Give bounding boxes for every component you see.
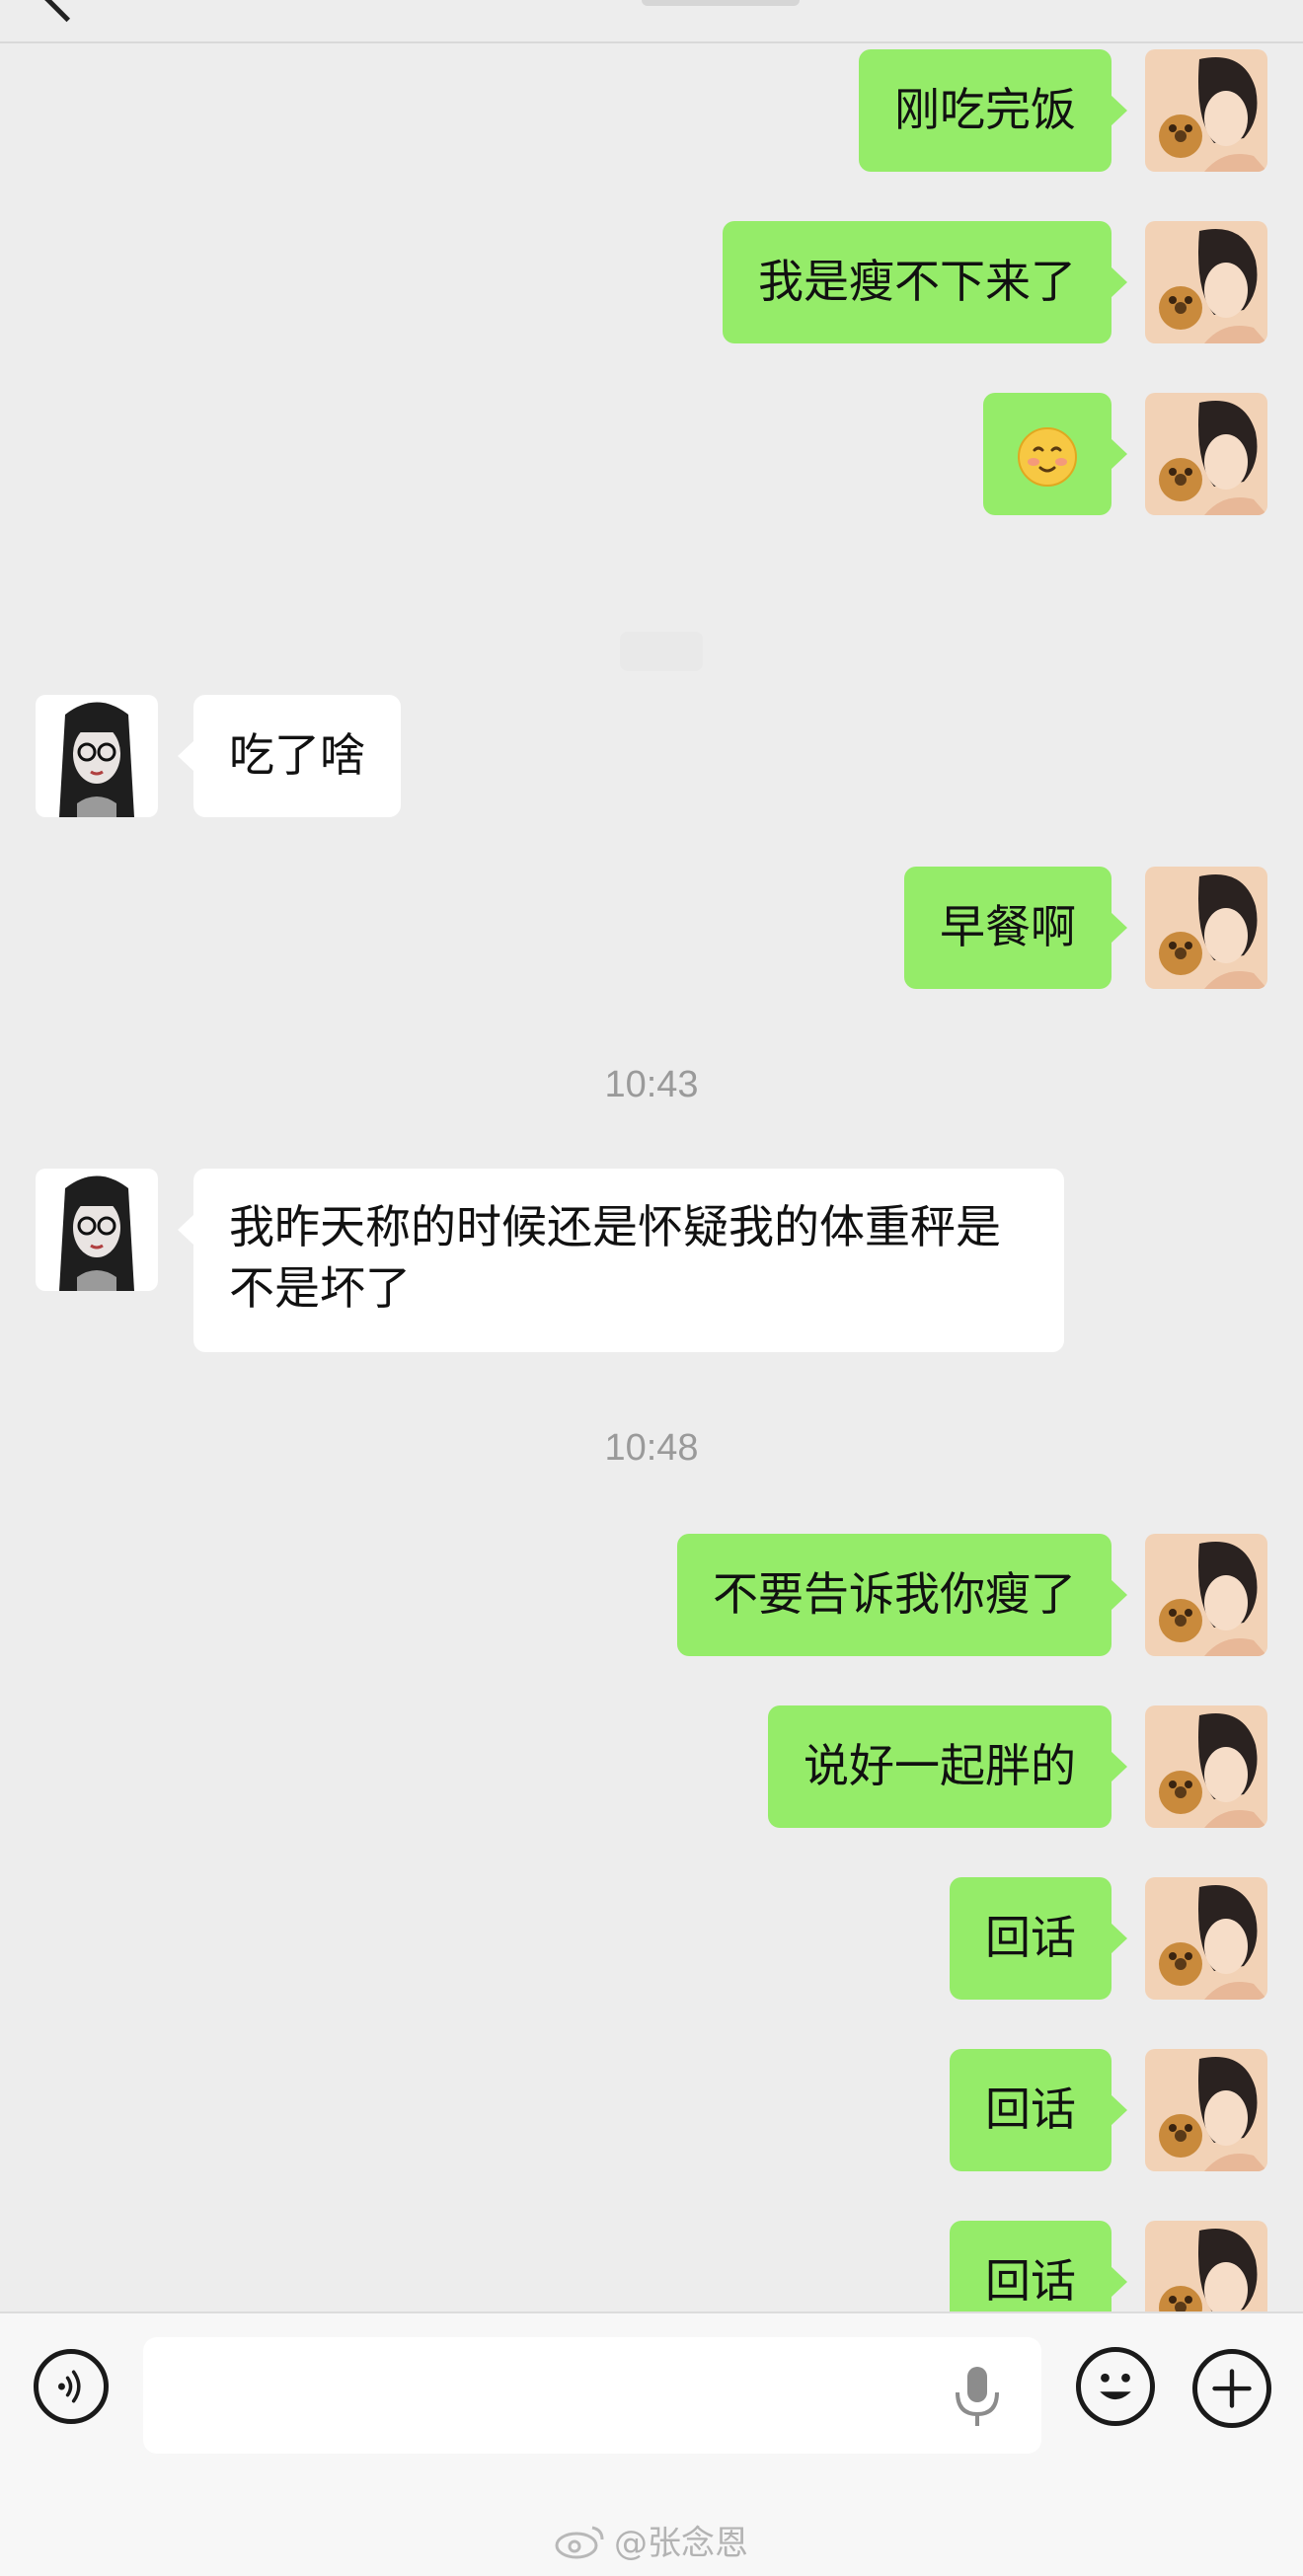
message-timestamp: 10:43: [604, 1064, 699, 1105]
avatar-image-self: [1145, 49, 1267, 172]
avatar-image-self: [1145, 867, 1267, 989]
weibo-icon: [555, 2526, 604, 2559]
message-bubble[interactable]: 不要告诉我你瘦了: [677, 1534, 1127, 1656]
my-avatar[interactable]: [1145, 49, 1267, 172]
smiling-face-emoji: [1018, 426, 1077, 487]
microphone-icon[interactable]: [948, 2363, 1007, 2430]
contact-avatar[interactable]: [36, 695, 158, 817]
my-avatar[interactable]: [1145, 1705, 1267, 1828]
message-list[interactable]: 刚吃完饭 我是瘦不下来了 吃了啥 早餐啊 10:43 我昨天称的时候还是怀疑我的…: [0, 41, 1303, 2311]
message-bubble[interactable]: 我是瘦不下来了: [723, 221, 1127, 343]
message-bubble[interactable]: 回话: [950, 2049, 1127, 2171]
message-timestamp: 10:48: [604, 1427, 699, 1469]
my-avatar[interactable]: [1145, 1534, 1267, 1656]
avatar-image-self: [1145, 2049, 1267, 2171]
message-input[interactable]: [143, 2337, 1041, 2454]
message-bubble[interactable]: 说好一起胖的: [768, 1705, 1127, 1828]
avatar-image-self: [1145, 393, 1267, 515]
message-bubble[interactable]: 刚吃完饭: [859, 49, 1127, 172]
avatar-image-contact: [36, 1169, 158, 1291]
more-button[interactable]: [1192, 2349, 1271, 2428]
chat-title: [642, 0, 800, 6]
message-bubble[interactable]: 回话: [950, 1877, 1127, 2000]
avatar-image-self: [1145, 2221, 1267, 2311]
watermark-text: @张念恩: [614, 2523, 748, 2563]
watermark: @张念恩: [553, 2515, 748, 2564]
avatar-image-contact: [36, 695, 158, 817]
my-avatar[interactable]: [1145, 2221, 1267, 2311]
message-bubble[interactable]: [983, 393, 1127, 515]
faded-timestamp: [620, 632, 703, 671]
emoji-button[interactable]: [1076, 2347, 1155, 2426]
back-icon[interactable]: [41, 0, 92, 23]
message-bubble[interactable]: 回话: [950, 2221, 1127, 2311]
plus-icon: [1212, 2369, 1252, 2408]
voice-mode-button[interactable]: [34, 2349, 109, 2424]
message-bubble[interactable]: 早餐啊: [904, 867, 1127, 989]
voice-mode-icon: [57, 2370, 81, 2403]
top-bar: [0, 0, 1303, 43]
avatar-image-self: [1145, 1534, 1267, 1656]
my-avatar[interactable]: [1145, 2049, 1267, 2171]
message-bubble[interactable]: 我昨天称的时候还是怀疑我的体重秤是不是坏了: [178, 1169, 1064, 1352]
avatar-image-self: [1145, 1877, 1267, 2000]
avatar-image-self: [1145, 1705, 1267, 1828]
my-avatar[interactable]: [1145, 1877, 1267, 2000]
chat-screen: 刚吃完饭 我是瘦不下来了 吃了啥 早餐啊 10:43 我昨天称的时候还是怀疑我的…: [0, 0, 1303, 2576]
avatar-image-self: [1145, 221, 1267, 343]
contact-avatar[interactable]: [36, 1169, 158, 1291]
message-bubble[interactable]: 吃了啥: [178, 695, 401, 817]
emoji-icon: [1100, 2373, 1131, 2400]
my-avatar[interactable]: [1145, 393, 1267, 515]
my-avatar[interactable]: [1145, 221, 1267, 343]
my-avatar[interactable]: [1145, 867, 1267, 989]
